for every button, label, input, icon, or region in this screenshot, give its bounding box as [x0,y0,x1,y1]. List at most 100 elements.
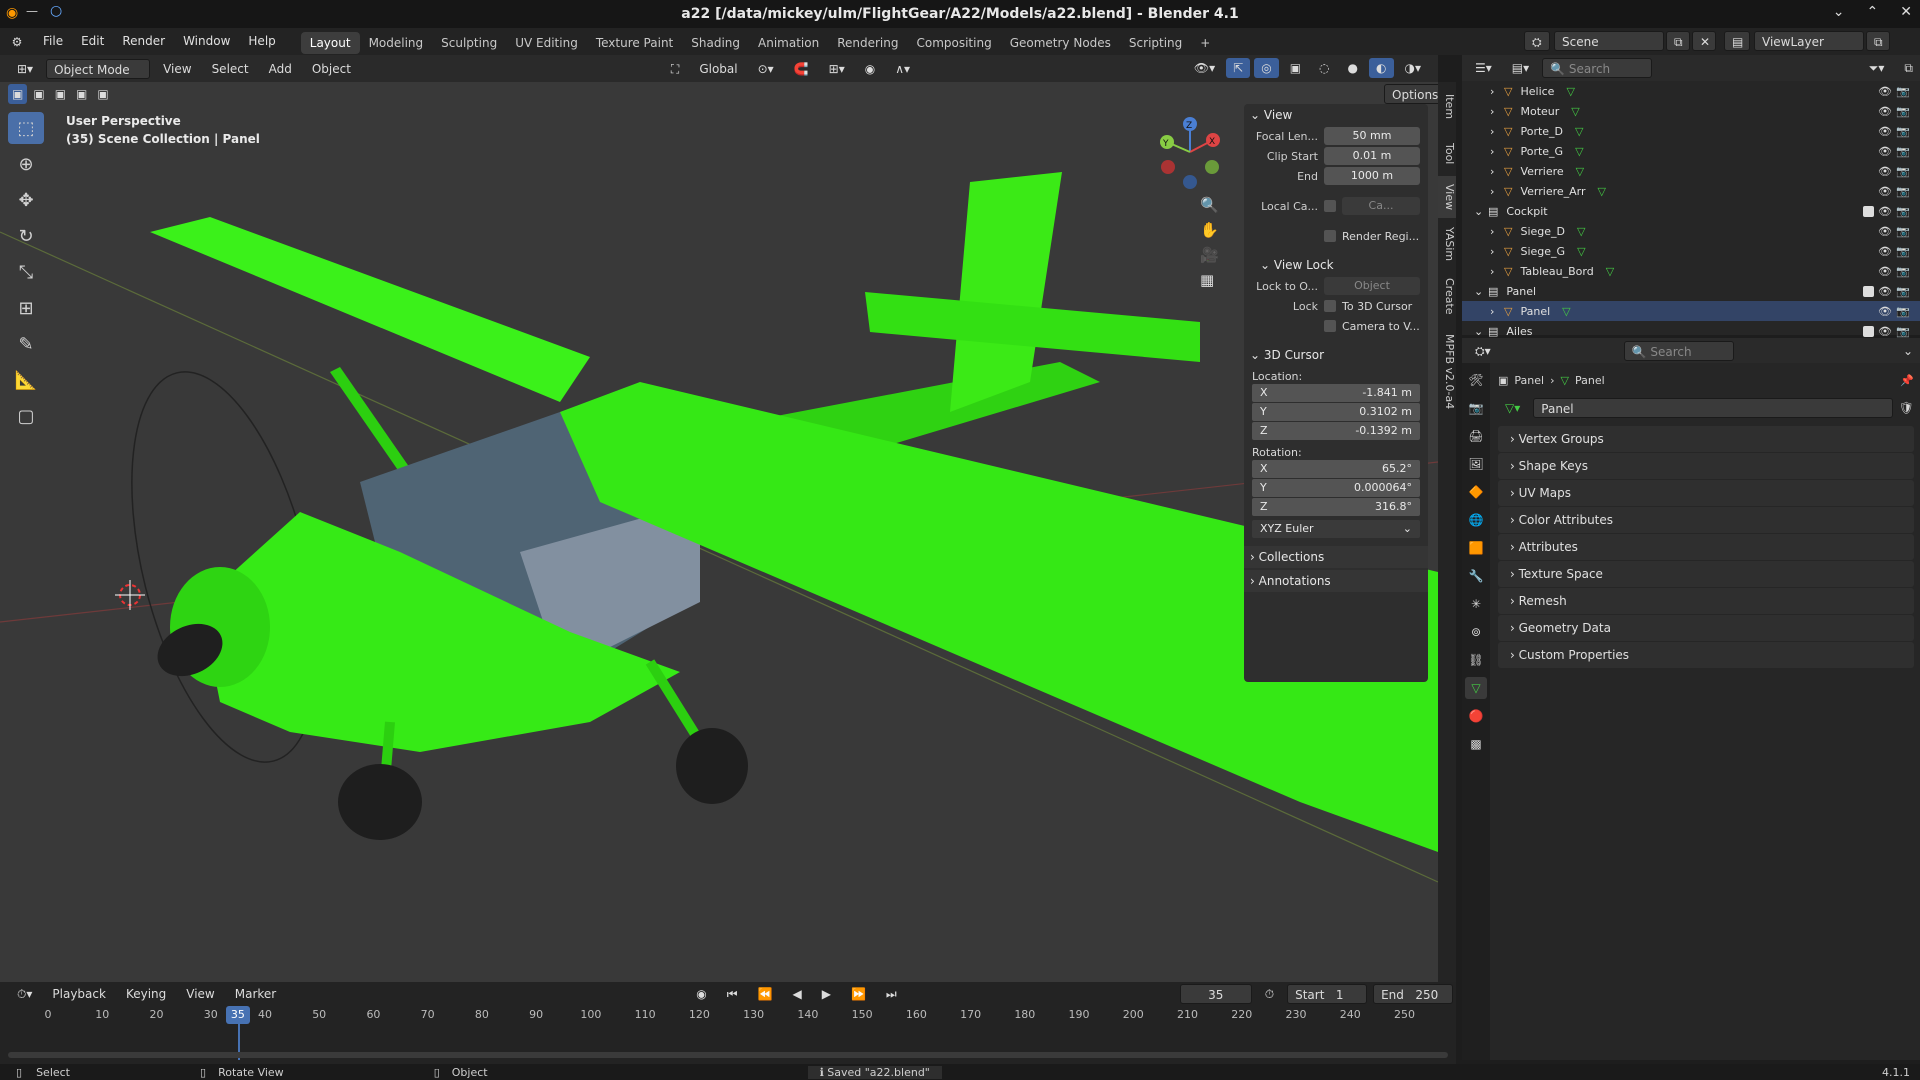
new-scene-icon[interactable]: ⧉ [1666,31,1690,51]
annotations-section-header[interactable]: › Annotations [1244,570,1428,592]
overlay-toggle-icon[interactable]: ◎ [1254,58,1279,78]
expand-arrow-icon[interactable]: › [1490,185,1504,198]
marker-menu[interactable]: Marker [228,984,283,1004]
render-region-checkbox[interactable] [1324,230,1336,242]
render-camera-icon[interactable]: 📷 [1896,265,1910,278]
clip-start-field[interactable]: 0.01 m [1324,147,1420,165]
outliner-editor-type-icon[interactable]: ☰▾ [1468,58,1499,78]
visibility-eye-icon[interactable]: 👁 [1878,225,1892,238]
visibility-eye-icon[interactable]: 👁 [1878,85,1892,98]
pin-icon[interactable]: 📌 [1900,374,1914,387]
expand-arrow-icon[interactable]: › [1490,125,1504,138]
outliner-object-row[interactable]: › ▽ Helice ▽ 👁 📷 [1462,81,1920,101]
local-camera-field[interactable]: Ca... [1342,197,1420,215]
expand-arrow-icon[interactable]: ⌄ [1474,205,1488,218]
workspace-tab-sculpting[interactable]: Sculpting [432,32,506,54]
keying-menu[interactable]: Keying [119,984,173,1004]
workspace-tab-layout[interactable]: Layout [300,31,360,54]
pan-hand-icon[interactable]: ✋ [1200,221,1219,239]
jump-key-back-icon[interactable]: ⏪ [751,984,780,1004]
menu-edit[interactable]: Edit [72,28,113,55]
mesh-data-icon[interactable]: ▽ [1598,185,1606,198]
render-camera-icon[interactable]: 📷 [1896,305,1910,318]
snap-icon[interactable]: 🧲 [787,59,816,79]
outliner-object-row[interactable]: › ▽ Moteur ▽ 👁 📷 [1462,101,1920,121]
visibility-eye-icon[interactable]: 👁 [1878,265,1892,278]
scale-tool-icon[interactable]: ⤡ [8,256,44,288]
property-section-header[interactable]: › Shape Keys [1498,453,1914,479]
outliner-object-row[interactable]: › ▽ Panel ▽ 👁 📷 [1462,301,1920,321]
play-icon[interactable]: ▶ [815,984,838,1004]
wireframe-shading-icon[interactable]: ◌ [1312,58,1336,78]
camera-to-view-checkbox[interactable] [1324,320,1336,332]
new-viewlayer-icon[interactable]: ⧉ [1866,31,1890,51]
physics-tab-icon[interactable]: ⊚ [1465,621,1487,643]
gizmo-toggle-icon[interactable]: ⇱ [1226,58,1251,78]
zoom-icon[interactable]: 🔍 [1200,196,1219,214]
visibility-eye-icon[interactable]: 👁 [1878,125,1892,138]
menu-add[interactable]: Add [262,59,299,79]
visibility-eye-icon[interactable]: 👁 [1878,205,1892,218]
cursor-tool-icon[interactable]: ⊕ [8,148,44,180]
expand-arrow-icon[interactable]: › [1490,165,1504,178]
properties-editor-type-icon[interactable]: ⛭▾ [1468,341,1498,361]
property-section-header[interactable]: › Vertex Groups [1498,426,1914,452]
expand-arrow-icon[interactable]: › [1490,245,1504,258]
property-section-header[interactable]: › Texture Space [1498,561,1914,587]
current-frame-field[interactable]: 35 [1179,984,1252,1004]
mesh-name-field[interactable]: Panel [1533,398,1893,418]
play-reverse-icon[interactable]: ◀ [785,984,808,1004]
render-camera-icon[interactable]: 📷 [1896,145,1910,158]
mesh-data-icon[interactable]: ▽ [1577,245,1585,258]
falloff-icon[interactable]: ∧▾ [888,59,917,79]
focal-length-field[interactable]: 50 mm [1324,127,1420,145]
property-section-header[interactable]: › Color Attributes [1498,507,1914,533]
mesh-data-icon[interactable]: ▽ [1575,145,1583,158]
outliner-object-row[interactable]: › ▽ Siege_D ▽ 👁 📷 [1462,221,1920,241]
output-tab-icon[interactable]: 🖨 [1465,425,1487,447]
end-frame-field[interactable]: End 250 [1373,984,1454,1004]
visibility-eye-icon[interactable]: 👁 [1878,245,1892,258]
pivot-point-icon[interactable]: ⊙▾ [751,59,781,79]
editor-type-icon[interactable]: ⊞▾ [10,59,40,79]
delete-scene-icon[interactable]: ✕ [1692,31,1716,51]
render-camera-icon[interactable]: 📷 [1896,185,1910,198]
snap-target-icon[interactable]: ⊞▾ [822,59,852,79]
view-lock-section-header[interactable]: ⌄ View Lock [1244,254,1428,276]
mesh-datablock-icon[interactable]: ▽▾ [1498,398,1527,418]
collections-section-header[interactable]: › Collections [1244,546,1428,568]
expand-arrow-icon[interactable]: › [1490,225,1504,238]
exclude-checkbox[interactable] [1863,285,1874,297]
workspace-tab-scripting[interactable]: Scripting [1120,32,1191,54]
camera-view-icon[interactable]: 🎥 [1200,246,1219,264]
mesh-data-tab-icon[interactable]: ▽ [1465,677,1487,699]
cursor-rotation-z[interactable]: Z 316.8° [1252,498,1420,516]
scene-tab-icon[interactable]: 🔶 [1465,481,1487,503]
render-camera-icon[interactable]: 📷 [1896,85,1910,98]
exclude-checkbox[interactable] [1863,325,1874,337]
scene-selector-icon[interactable]: ⛭ [1524,31,1550,51]
render-camera-icon[interactable]: 📷 [1896,325,1910,338]
expand-arrow-icon[interactable]: › [1490,85,1504,98]
jump-start-icon[interactable]: ⏮ [720,984,745,1004]
new-collection-icon[interactable]: ⧉ [1897,58,1920,78]
property-section-header[interactable]: › Geometry Data [1498,615,1914,641]
render-camera-icon[interactable]: 📷 [1896,225,1910,238]
cursor-location-y[interactable]: Y 0.3102 m [1252,403,1420,421]
frame-ruler[interactable]: 0 10 20 30 40 50 60 70 80 90 100 110 120 130 140 150 160… [0,1006,1440,1060]
blender-menu-icon[interactable]: ⚙ [0,35,34,49]
visibility-eye-icon[interactable]: 👁 [1878,285,1892,298]
workspace-tab-shading[interactable]: Shading [682,32,749,54]
property-section-header[interactable]: › Custom Properties [1498,642,1914,668]
view-layer-tab-icon[interactable]: 🖼 [1465,453,1487,475]
expand-arrow-icon[interactable]: ⌄ [1474,325,1488,338]
expand-arrow-icon[interactable]: › [1490,145,1504,158]
3d-viewport[interactable]: ▣ ▣ ▣ ▣ ▣ Options User Perspective (35) … [0,82,1438,982]
workspace-tab-uv-editing[interactable]: UV Editing [506,32,587,54]
constraints-tab-icon[interactable]: ⛓ [1465,649,1487,671]
visibility-eye-icon[interactable]: 👁 [1878,145,1892,158]
menu-render[interactable]: Render [113,28,174,55]
property-section-header[interactable]: › UV Maps [1498,480,1914,506]
tab-yasim[interactable]: YASim [1438,218,1456,270]
workspace-tab-modeling[interactable]: Modeling [360,32,433,54]
